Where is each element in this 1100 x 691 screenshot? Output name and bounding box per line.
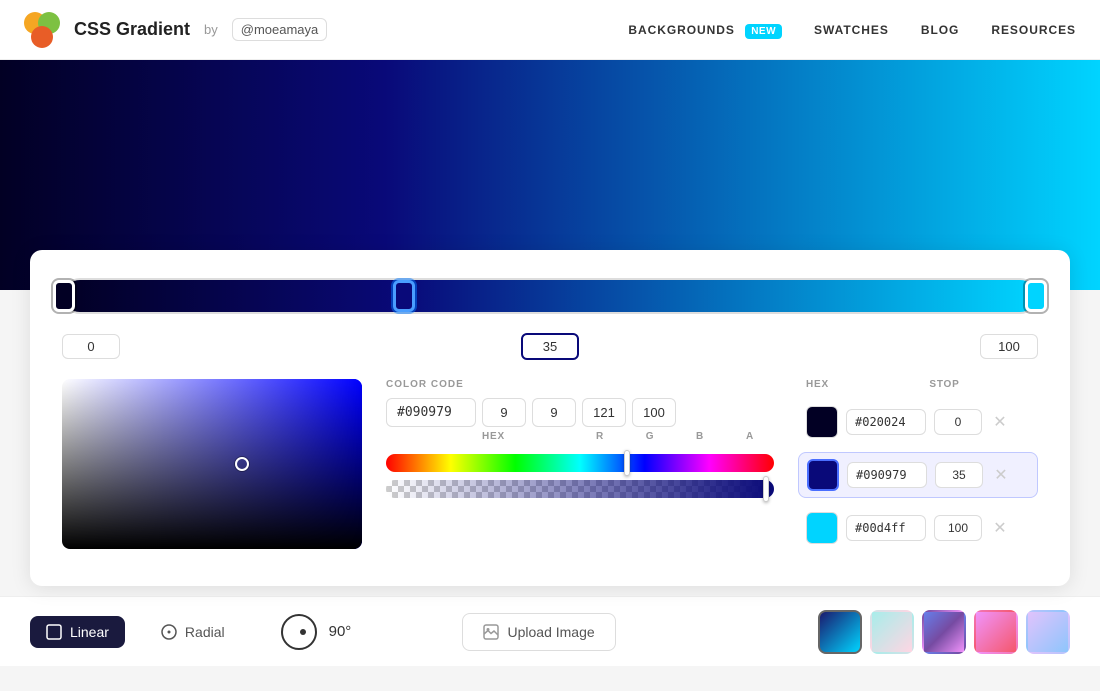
stop-position-input-2[interactable] — [980, 334, 1038, 359]
radial-label: Radial — [185, 624, 225, 640]
alpha-gradient — [386, 480, 774, 498]
stop-delete-0[interactable]: ✕ — [990, 412, 1010, 432]
b-label: B — [678, 431, 722, 442]
nav-backgrounds[interactable]: BACKGROUNDS NEW — [628, 23, 782, 37]
stop-position-input-1[interactable] — [521, 333, 579, 360]
alpha-slider[interactable] — [386, 480, 774, 498]
hex-label: HEX — [482, 431, 572, 442]
hue-slider-container — [386, 454, 774, 498]
new-badge: NEW — [745, 24, 782, 39]
color-hex-input[interactable] — [386, 398, 476, 427]
preset-swatches — [818, 610, 1070, 654]
stop-pos-2[interactable] — [934, 515, 982, 541]
stops-hex-col-label: HEX — [806, 379, 829, 390]
angle-value: 90° — [329, 623, 352, 640]
angle-indicator — [300, 629, 306, 635]
stop-delete-2[interactable]: ✕ — [990, 518, 1010, 538]
angle-circle[interactable] — [281, 614, 317, 650]
nav-resources[interactable]: RESOURCES — [991, 23, 1076, 37]
gradient-bar[interactable] — [62, 278, 1038, 314]
logo-by: by — [204, 22, 218, 37]
header: CSS Gradient by @moeamaya BACKGROUNDS NE… — [0, 0, 1100, 60]
stop-swatch-1[interactable] — [807, 459, 839, 491]
color-picker-cursor — [235, 457, 249, 471]
preset-swatch-0[interactable] — [818, 610, 862, 654]
bottom-bar: Linear Radial 90° Upload Image — [0, 596, 1100, 666]
stops-header: HEX STOP — [798, 379, 1038, 390]
preset-swatch-4[interactable] — [1026, 610, 1070, 654]
circle-red — [31, 26, 53, 48]
stop-handle-0[interactable] — [53, 280, 75, 312]
nav-swatches[interactable]: SWATCHES — [814, 23, 889, 37]
a-label: A — [728, 431, 772, 442]
preset-swatch-2[interactable] — [922, 610, 966, 654]
stop-hex-2[interactable] — [846, 515, 926, 541]
main-nav: BACKGROUNDS NEW SWATCHES BLOG RESOURCES — [628, 23, 1076, 37]
radial-icon — [161, 624, 177, 640]
stop-handle-2[interactable] — [1025, 280, 1047, 312]
stop-delete-1[interactable]: ✕ — [991, 465, 1011, 485]
linear-icon — [46, 624, 62, 640]
gradient-bar-container — [62, 278, 1038, 314]
color-a-input[interactable] — [632, 398, 676, 427]
nav-blog[interactable]: BLOG — [921, 23, 960, 37]
stop-row-0: ✕ — [798, 400, 1038, 444]
logo-area: CSS Gradient by @moeamaya — [24, 12, 327, 48]
radial-button[interactable]: Radial — [145, 616, 241, 648]
angle-display: 90° — [281, 614, 352, 650]
color-inputs-row — [386, 398, 774, 427]
color-b-input[interactable] — [582, 398, 626, 427]
hue-thumb[interactable] — [624, 450, 630, 476]
stops-panel: HEX STOP ✕ ✕ — [798, 379, 1038, 558]
stop-row-2: ✕ — [798, 506, 1038, 550]
stop-position-input-0[interactable] — [62, 334, 120, 359]
r-label: R — [578, 431, 622, 442]
logo-user[interactable]: @moeamaya — [232, 18, 328, 41]
upload-image-button[interactable]: Upload Image — [462, 613, 615, 651]
color-code-label: COLOR CODE — [386, 379, 774, 390]
channel-labels: HEX R G B A — [386, 431, 774, 442]
content-area: COLOR CODE HEX R G B A — [62, 379, 1038, 558]
main-panel: COLOR CODE HEX R G B A — [30, 250, 1070, 586]
stops-stop-col-label: STOP — [929, 379, 959, 390]
stop-labels — [62, 334, 1038, 359]
color-picker-brightness — [62, 379, 362, 549]
stop-pos-1[interactable] — [935, 462, 983, 488]
color-g-input[interactable] — [532, 398, 576, 427]
color-picker[interactable] — [62, 379, 362, 549]
linear-label: Linear — [70, 624, 109, 640]
stop-row-1: ✕ — [798, 452, 1038, 498]
color-r-input[interactable] — [482, 398, 526, 427]
logo-title: CSS Gradient — [74, 19, 190, 40]
stop-swatch-2[interactable] — [806, 512, 838, 544]
linear-button[interactable]: Linear — [30, 616, 125, 648]
stop-swatch-0[interactable] — [806, 406, 838, 438]
preset-swatch-3[interactable] — [974, 610, 1018, 654]
alpha-thumb[interactable] — [763, 476, 769, 502]
stop-handle-1[interactable] — [393, 280, 415, 312]
color-controls: COLOR CODE HEX R G B A — [386, 379, 774, 498]
upload-icon — [483, 624, 499, 640]
stop-hex-0[interactable] — [846, 409, 926, 435]
preset-swatch-1[interactable] — [870, 610, 914, 654]
hue-slider[interactable] — [386, 454, 774, 472]
logo-icon — [24, 12, 64, 48]
stop-hex-1[interactable] — [847, 462, 927, 488]
g-label: G — [628, 431, 672, 442]
stop-pos-0[interactable] — [934, 409, 982, 435]
upload-image-label: Upload Image — [507, 624, 594, 640]
